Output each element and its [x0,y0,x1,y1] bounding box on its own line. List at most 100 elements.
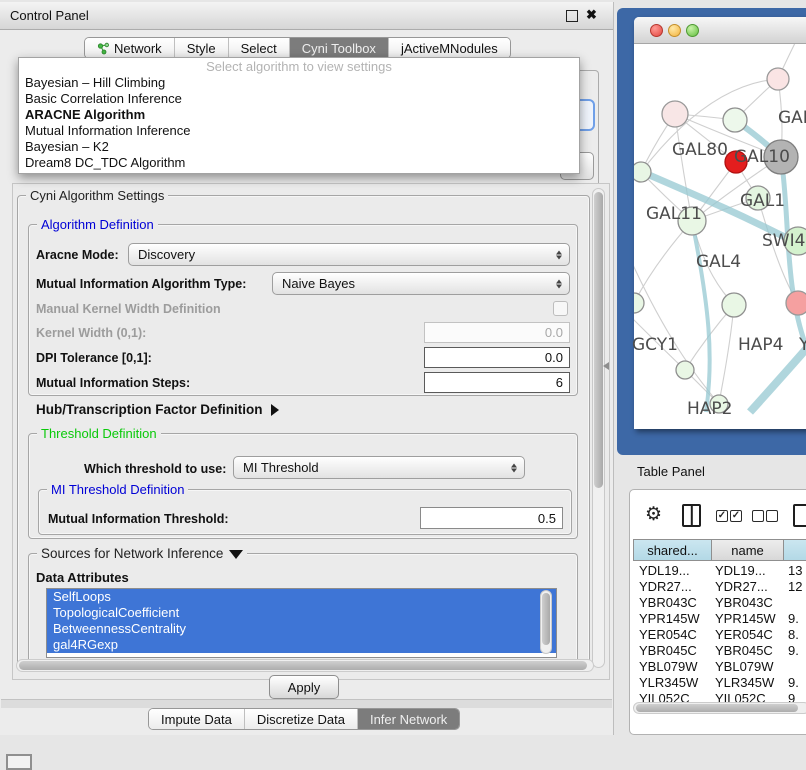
dropdown-item[interactable]: Bayesian – K2 [19,139,579,155]
list-vertical-scrollbar[interactable] [540,590,552,654]
cell: 13 [788,563,802,578]
column-header-shared[interactable]: shared... [633,539,712,561]
float-window-icon[interactable] [566,10,578,22]
scrollbar-thumb[interactable] [636,704,798,712]
tab-impute-data[interactable]: Impute Data [149,709,245,729]
dropdown-item[interactable]: Basic Correlation Inference [19,91,579,107]
mi-type-value: Naive Bayes [282,276,355,291]
table-mode-icon[interactable] [793,504,806,527]
node-label-gal80: GAL80 [672,140,728,160]
hub-definition-label: Hub/Transcription Factor Definition [36,402,263,417]
splitter-collapse-arrow-icon[interactable] [603,362,609,370]
unchecked-checkbox-icon[interactable] [766,510,778,522]
kernel-width-label: Kernel Width (0,1): [36,326,146,340]
tab-infer-network[interactable]: Infer Network [358,709,459,729]
aracne-mode-combo[interactable]: Discovery [128,243,570,266]
apply-button[interactable]: Apply [269,675,339,699]
mi-steps-field[interactable]: 6 [424,372,570,393]
table-panel-title: Table Panel [637,464,705,479]
tab-discretize-data[interactable]: Discretize Data [245,709,358,729]
hub-definition-toggle[interactable]: Hub/Transcription Factor Definition [36,402,279,417]
tab-style[interactable]: Style [175,38,229,58]
control-panel-titlebar[interactable]: Control Panel ✖ [0,2,613,30]
node-gcy1[interactable] [634,293,644,313]
list-item-selected[interactable]: SelfLoops [47,589,556,605]
node-hap4[interactable] [722,293,746,317]
tab-select[interactable]: Select [229,38,290,58]
tab-jactivemnodules[interactable]: jActiveMNodules [389,38,510,58]
data-attributes-label: Data Attributes [36,570,129,585]
cell: YBL079W [639,659,698,674]
cyni-settings-title: Cyni Algorithm Settings [26,188,168,203]
column-header-name[interactable]: name [712,539,784,561]
node-gal11[interactable] [634,162,651,182]
node-label-swi4: SWI4 [762,231,805,251]
unchecked-checkbox-icon[interactable] [752,510,764,522]
cut-off-icon[interactable] [6,754,32,770]
list-item-selected[interactable]: BetweennessCentrality [47,621,556,637]
gear-icon[interactable]: ⚙ [645,503,662,526]
column-header-partial[interactable] [784,539,806,561]
cell: 12 [788,579,802,594]
cell: YBR043C [715,595,773,610]
list-item-selected[interactable]: TopologicalCoefficient [47,605,556,621]
node[interactable] [767,68,789,90]
dropdown-item[interactable]: Dream8 DC_TDC Algorithm [19,155,579,171]
node-pink[interactable] [786,291,806,315]
sources-group-title[interactable]: Sources for Network Inference [37,546,247,561]
dpi-tolerance-field[interactable]: 0.0 [424,347,570,368]
settings-horizontal-scrollbar[interactable] [16,659,594,672]
which-threshold-combo[interactable]: MI Threshold [233,456,525,479]
close-traffic-light-icon[interactable] [650,24,663,37]
cell: YDL19... [715,563,766,578]
manual-kernel-checkbox[interactable] [553,301,568,316]
dropdown-item[interactable]: Bayesian – Hill Climbing [19,75,579,91]
tab-select-label: Select [241,41,277,56]
checked-checkbox-icon[interactable]: ✓ [730,510,742,522]
settings-vertical-scrollbar[interactable] [592,188,605,668]
list-item-selected[interactable]: gal4RGexp [47,637,556,653]
cell: YLR345W [639,675,698,690]
kernel-width-value: 0.0 [545,325,563,340]
scrollbar-thumb[interactable] [542,593,550,645]
network-icon [97,42,110,55]
table-body: YDL19...YDL19...13 YDR27...YDR27...12 YB… [633,561,806,704]
minimize-traffic-light-icon[interactable] [668,24,681,37]
node-label-gal1: GAL1 [740,191,785,211]
node-label-hap2: HAP2 [687,399,732,419]
node-hap2[interactable] [676,361,694,379]
mi-threshold-field[interactable]: 0.5 [420,507,563,529]
cell: YDR27... [639,579,692,594]
collapsed-arrow-icon [271,404,279,416]
table-header: shared... name [633,539,806,561]
cell: YBR045C [639,643,697,658]
dpi-tolerance-label: DPI Tolerance [0,1]: [36,351,152,365]
cell: YLR345W [715,675,774,690]
mi-type-combo[interactable]: Naive Bayes [272,272,570,295]
node-gal10[interactable] [723,108,747,132]
aracne-mode-value: Discovery [138,247,195,262]
node-gal80[interactable] [662,101,688,127]
network-window-titlebar[interactable] [634,17,806,44]
tab-network[interactable]: Network [85,38,175,58]
table-horizontal-scrollbar[interactable] [633,702,806,714]
zoom-traffic-light-icon[interactable] [686,24,699,37]
mi-threshold-label: Mutual Information Threshold: [48,512,229,526]
mi-threshold-group-title: MI Threshold Definition [47,482,188,497]
checked-checkbox-icon[interactable]: ✓ [716,510,728,522]
kernel-width-field[interactable]: 0.0 [424,322,570,343]
dropdown-item[interactable]: Mutual Information Inference [19,123,579,139]
dropdown-item-highlighted[interactable]: ARACNE Algorithm [19,107,579,123]
cell: YDL19... [639,563,690,578]
tab-jactivemnodules-label: jActiveMNodules [401,41,498,56]
tab-style-label: Style [187,41,216,56]
scrollbar-thumb[interactable] [19,661,587,670]
table-panel-card: ⚙ ✓ ✓ shared... name YDL19...YDL19...13 … [629,489,806,735]
data-attributes-list[interactable]: SelfLoops TopologicalCoefficient Between… [46,588,557,658]
dpi-tolerance-value: 0.0 [545,350,563,365]
scrollbar-thumb[interactable] [594,192,603,488]
tab-cyni-toolbox[interactable]: Cyni Toolbox [290,38,389,58]
cell: YBR043C [639,595,697,610]
column-layout-icon[interactable] [682,504,701,527]
close-icon[interactable]: ✖ [586,7,597,23]
